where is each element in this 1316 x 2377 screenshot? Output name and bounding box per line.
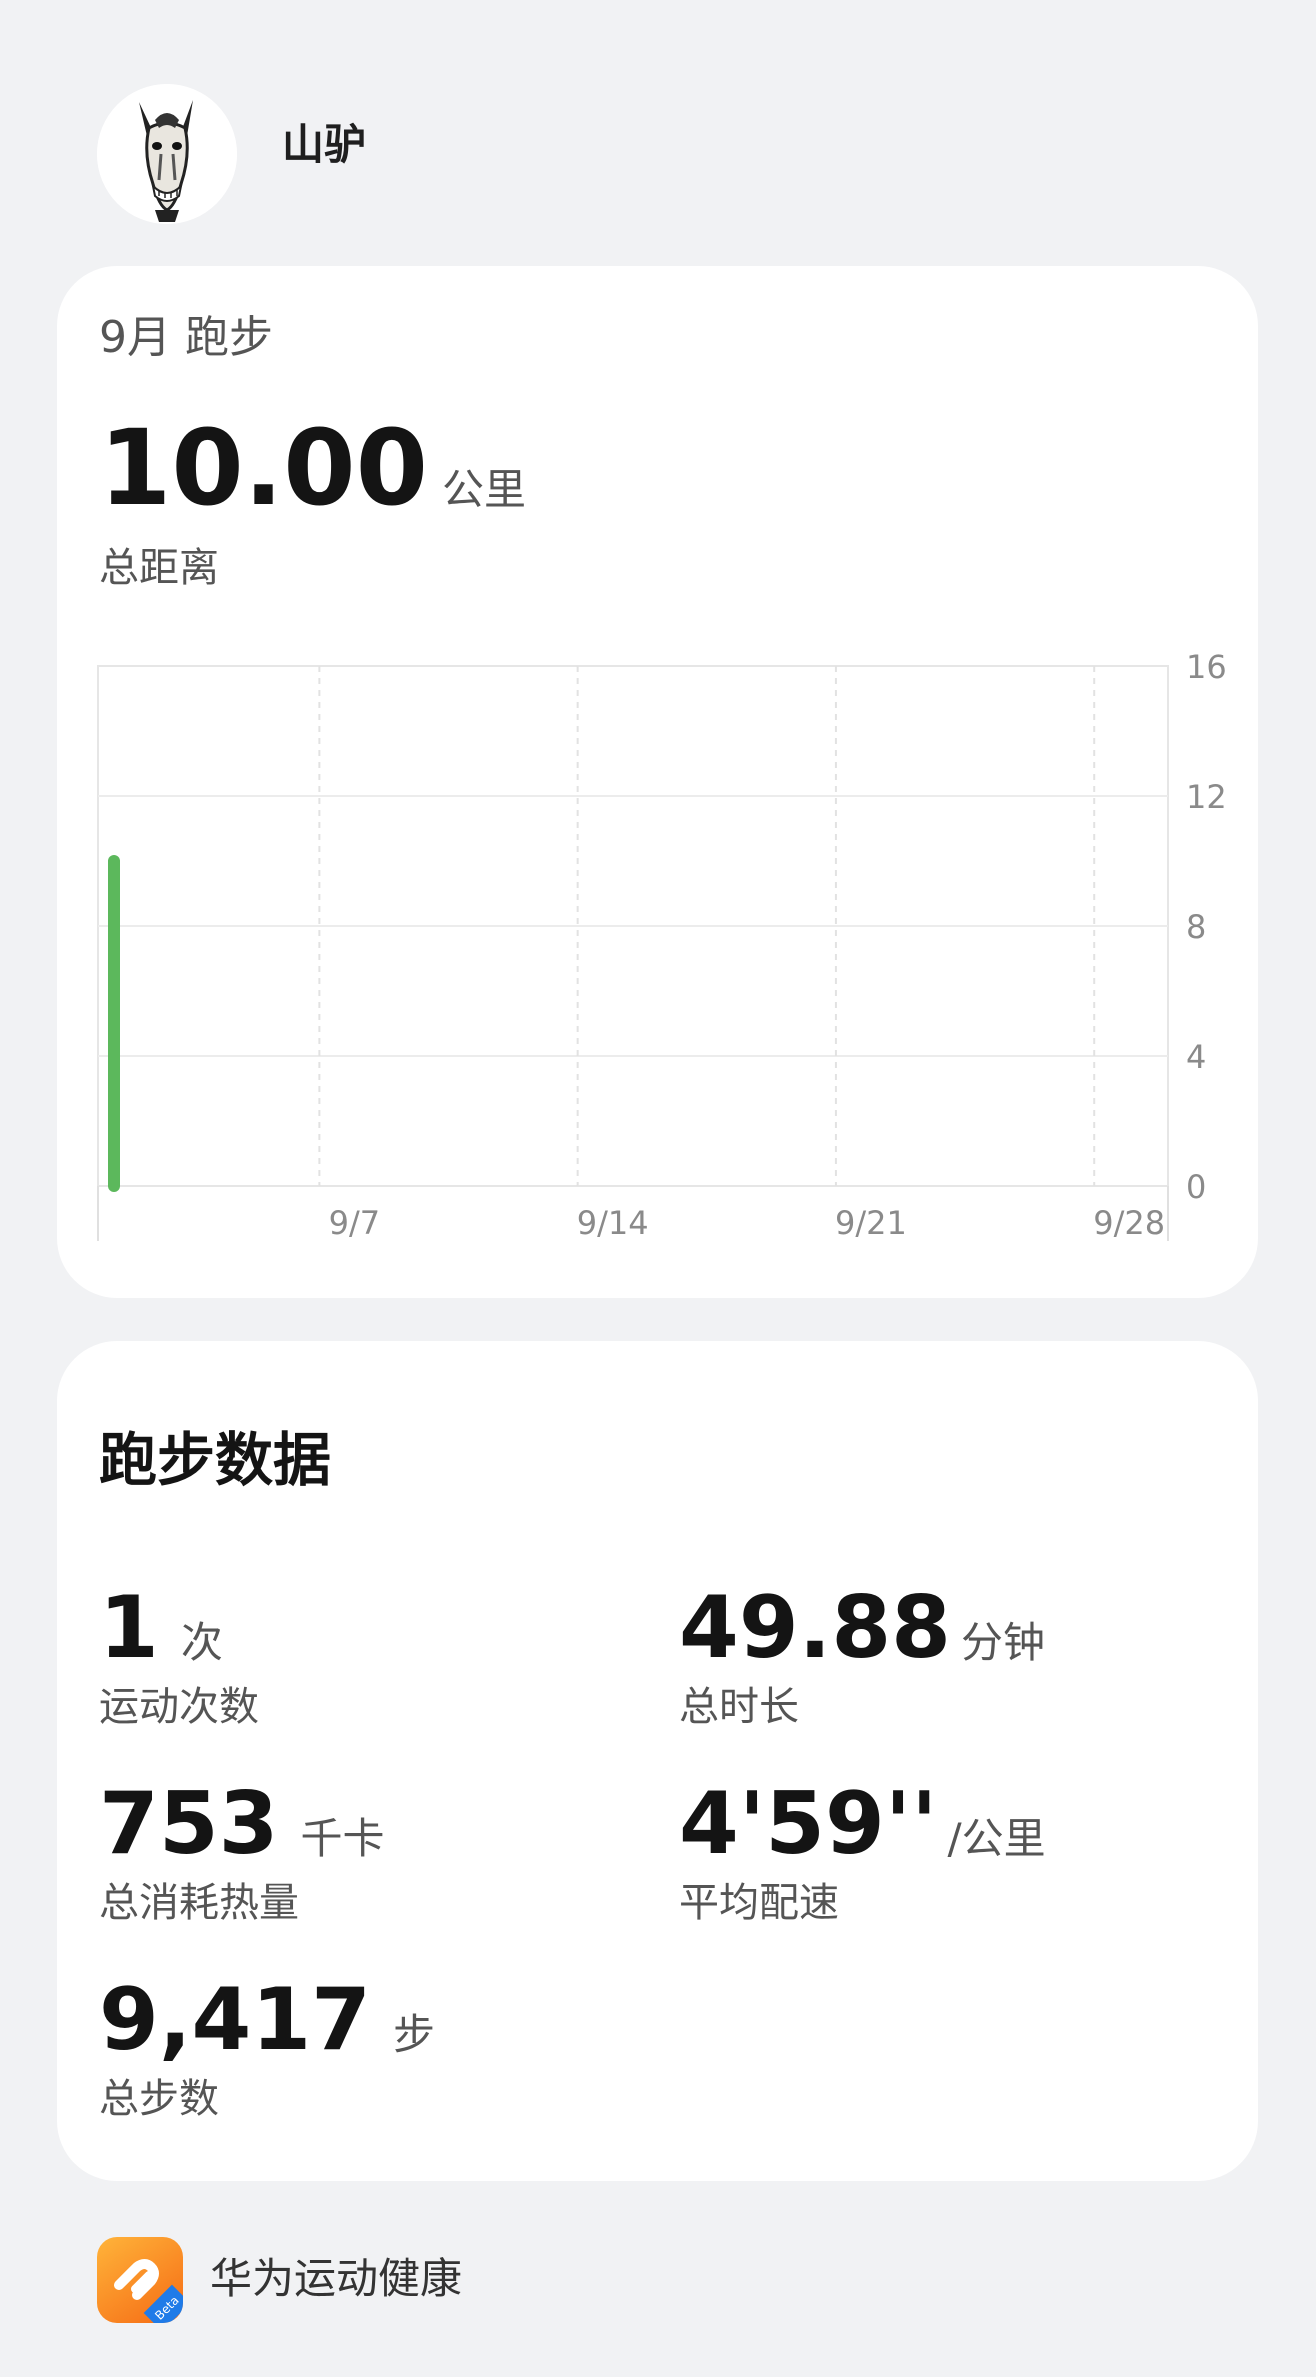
stat-value: 753 (99, 1774, 279, 1874)
chart-bar-base (108, 1178, 120, 1186)
app-name: 华为运动健康 (210, 2254, 463, 2303)
stat-label: 运动次数 (99, 1684, 259, 1730)
chart-x-tick-label: 9/7 (329, 1204, 381, 1242)
distance-chart[interactable]: 16 12 8 4 0 9/7 9/14 9/21 9/28 (57, 266, 1258, 1298)
stat-label: 平均配速 (679, 1880, 839, 1926)
stat-unit: 千卡 (300, 1814, 385, 1863)
stats-section-title: 跑步数据 (99, 1426, 332, 1494)
chart-x-tick-label: 9/14 (577, 1204, 649, 1242)
stat-value: 9,417 (99, 1970, 372, 2070)
stat-unit: 次 (180, 1618, 223, 1667)
stat-value: 4'59'' (679, 1774, 938, 1874)
chart-x-tick-label: 9/28 (1093, 1204, 1165, 1242)
chart-x-tick-label: 9/21 (835, 1204, 907, 1242)
stat-label: 总时长 (679, 1684, 799, 1730)
chart-y-tick-label: 0 (1186, 1168, 1206, 1206)
monthly-running-card[interactable]: 9月 跑步 10.00 公里 总距离 16 12 8 4 0 9/7 9/14 9/21 9/2… (57, 266, 1258, 1298)
stat-value: 1 (99, 1578, 159, 1678)
chart-y-tick-label: 16 (1186, 648, 1227, 686)
avatar[interactable] (97, 84, 237, 224)
stat-total-steps: 9,417 步 总步数 (99, 1977, 435, 2119)
chart-y-tick-label: 12 (1186, 778, 1227, 816)
stat-value: 49.88 (679, 1578, 952, 1678)
stat-workout-count: 1 次 运动次数 (99, 1585, 259, 1727)
stat-total-duration: 49.88 分钟 总时长 (679, 1585, 1045, 1727)
chart-y-tick-label: 8 (1186, 908, 1206, 946)
stat-unit: 分钟 (961, 1618, 1046, 1667)
stat-total-calories: 753 千卡 总消耗热量 (99, 1781, 385, 1923)
stat-label: 总消耗热量 (99, 1880, 299, 1926)
chart-y-tick-label: 4 (1186, 1038, 1206, 1076)
page: 山驴 9月 跑步 10.00 公里 总距离 16 12 8 4 0 9/7 9/14 9/21… (0, 0, 1316, 2377)
stat-unit: 步 (393, 2010, 436, 2059)
running-stats-card: 跑步数据 1 次 运动次数 49.88 分钟 总时长 753 千卡 总消耗热量 (57, 1341, 1258, 2181)
stat-label: 总步数 (99, 2076, 219, 2122)
donkey-avatar-icon (97, 84, 237, 224)
huawei-health-app-icon: Beta (97, 2237, 183, 2323)
username: 山驴 (282, 120, 367, 169)
stat-average-pace: 4'59'' /公里 平均配速 (679, 1781, 1046, 1923)
stat-unit: /公里 (947, 1814, 1046, 1863)
